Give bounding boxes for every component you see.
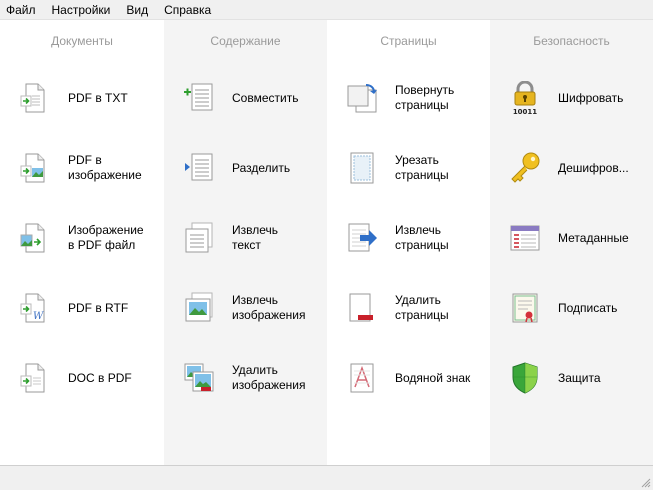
svg-text:10011: 10011	[513, 108, 537, 115]
tool-metadata[interactable]: Метаданные	[490, 207, 653, 269]
tool-extract-text[interactable]: Извлечь текст	[164, 207, 327, 269]
tool-doc-to-pdf[interactable]: DOC в PDF	[0, 347, 164, 409]
column-pages: Страницы Повернуть страницы Урезать стра…	[327, 20, 490, 465]
pdf-to-image-icon	[18, 150, 52, 186]
certificate-icon	[508, 290, 542, 326]
column-security: Безопасность 10011 Шифровать Дешифров...…	[490, 20, 653, 465]
tool-watermark[interactable]: Водяной знак	[327, 347, 490, 409]
tool-label: Удалить страницы	[395, 293, 449, 322]
tool-label: Извлечь изображения	[232, 293, 306, 322]
rotate-pages-icon	[345, 80, 379, 116]
tool-crop-pages[interactable]: Урезать страницы	[327, 137, 490, 199]
delete-pages-icon	[345, 290, 379, 326]
tool-label: PDF в изображение	[68, 153, 142, 182]
extract-text-icon	[182, 220, 216, 256]
tool-label: Защита	[558, 370, 601, 385]
tool-label: Извлечь текст	[232, 223, 279, 252]
doc-to-pdf-icon	[18, 360, 52, 396]
image-to-pdf-icon	[18, 220, 52, 256]
resize-grip-icon[interactable]	[641, 478, 651, 488]
tool-label: Дешифров...	[558, 160, 629, 175]
column-header: Безопасность	[533, 34, 610, 48]
watermark-icon	[345, 360, 379, 396]
lock-icon: 10011	[508, 80, 542, 116]
tool-pdf-to-image[interactable]: PDF в изображение	[0, 137, 164, 199]
column-header: Страницы	[380, 34, 437, 48]
tool-pdf-to-txt[interactable]: PDF в TXT	[0, 67, 164, 129]
delete-images-icon	[182, 360, 216, 396]
tool-extract-images[interactable]: Извлечь изображения	[164, 277, 327, 339]
tool-split[interactable]: Разделить	[164, 137, 327, 199]
tool-label: Разделить	[232, 160, 291, 175]
svg-text:W: W	[33, 311, 44, 322]
tool-label: Совместить	[232, 90, 299, 105]
tool-delete-pages[interactable]: Удалить страницы	[327, 277, 490, 339]
tool-label: Метаданные	[558, 230, 629, 245]
tool-decrypt[interactable]: Дешифров...	[490, 137, 653, 199]
tool-protect[interactable]: Защита	[490, 347, 653, 409]
tool-label: DOC в PDF	[68, 370, 132, 385]
crop-pages-icon	[345, 150, 379, 186]
column-header: Документы	[51, 34, 113, 48]
tool-label: PDF в TXT	[68, 90, 128, 105]
menu-settings[interactable]: Настройки	[44, 0, 119, 20]
tool-label: Удалить изображения	[232, 363, 306, 392]
tool-label: Водяной знак	[395, 370, 471, 385]
key-icon	[508, 150, 542, 186]
tool-pdf-to-rtf[interactable]: W PDF в RTF	[0, 277, 164, 339]
tool-sign[interactable]: Подписать	[490, 277, 653, 339]
tool-extract-pages[interactable]: Извлечь страницы	[327, 207, 490, 269]
split-icon	[182, 150, 216, 186]
menu-help[interactable]: Справка	[156, 0, 219, 20]
tool-label: Изображение в PDF файл	[68, 223, 144, 252]
extract-pages-icon	[345, 220, 379, 256]
tool-rotate-pages[interactable]: Повернуть страницы	[327, 67, 490, 129]
tool-label: Шифровать	[558, 90, 624, 105]
tool-label: Извлечь страницы	[395, 223, 449, 252]
tools-panel: Документы PDF в TXT PDF в изображение Из…	[0, 20, 653, 465]
pdf-to-rtf-icon: W	[18, 290, 52, 326]
tool-label: Повернуть страницы	[395, 83, 455, 112]
pdf-to-txt-icon	[18, 80, 52, 116]
tool-encrypt[interactable]: 10011 Шифровать	[490, 67, 653, 129]
menu-view[interactable]: Вид	[118, 0, 156, 20]
column-header: Содержание	[210, 34, 281, 48]
shield-icon	[508, 360, 542, 396]
column-content: Содержание Совместить Разделить Извлечь …	[164, 20, 327, 465]
metadata-icon	[508, 220, 542, 256]
column-documents: Документы PDF в TXT PDF в изображение Из…	[0, 20, 164, 465]
extract-images-icon	[182, 290, 216, 326]
merge-icon	[182, 80, 216, 116]
menu-bar: Файл Настройки Вид Справка	[0, 0, 653, 20]
tool-label: Подписать	[558, 300, 618, 315]
menu-file[interactable]: Файл	[0, 0, 44, 20]
tool-label: Урезать страницы	[395, 153, 449, 182]
tool-image-to-pdf[interactable]: Изображение в PDF файл	[0, 207, 164, 269]
tool-label: PDF в RTF	[68, 300, 129, 315]
status-bar	[0, 465, 653, 490]
tool-merge[interactable]: Совместить	[164, 67, 327, 129]
tool-delete-images[interactable]: Удалить изображения	[164, 347, 327, 409]
